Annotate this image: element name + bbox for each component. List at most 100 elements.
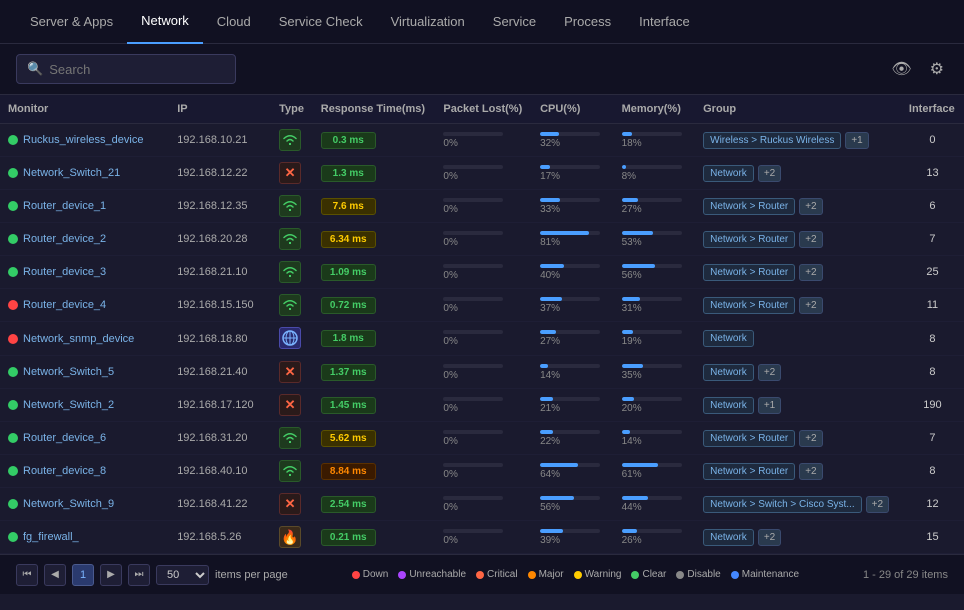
group-extra-badge[interactable]: +1 bbox=[845, 132, 868, 149]
table-row[interactable]: Network_snmp_device 192.168.18.80 1.8 ms… bbox=[0, 322, 964, 356]
search-input-wrap: 🔍 bbox=[16, 54, 236, 84]
packet-lost-value: 0% bbox=[443, 171, 524, 182]
status-dot bbox=[8, 234, 18, 244]
group-cell: Network > Router+2 bbox=[695, 422, 901, 455]
status-dot bbox=[8, 300, 18, 310]
group-badge[interactable]: Network bbox=[703, 529, 754, 546]
search-input[interactable] bbox=[49, 62, 225, 77]
packet-lost-cell: 0% bbox=[435, 256, 532, 289]
group-extra-badge[interactable]: +2 bbox=[799, 430, 822, 447]
nav-process[interactable]: Process bbox=[550, 0, 625, 44]
packet-lost-value: 0% bbox=[443, 336, 524, 347]
group-badge[interactable]: Network > Switch > Cisco Syst... bbox=[703, 496, 862, 513]
cpu-cell: 40% bbox=[532, 256, 614, 289]
monitor-name[interactable]: Network_Switch_2 bbox=[23, 399, 114, 411]
memory-cell: 31% bbox=[614, 289, 696, 322]
visibility-button[interactable]: 👁 bbox=[887, 55, 915, 83]
table-row[interactable]: Router_device_1 192.168.12.35 7.6 ms 0% … bbox=[0, 190, 964, 223]
monitor-name[interactable]: Network_Switch_9 bbox=[23, 498, 114, 510]
table-row[interactable]: Router_device_6 192.168.31.20 5.62 ms 0%… bbox=[0, 422, 964, 455]
group-extra-badge[interactable]: +1 bbox=[758, 397, 781, 414]
cpu-value: 81% bbox=[540, 237, 606, 248]
group-badge[interactable]: Network > Router bbox=[703, 430, 795, 447]
group-badge[interactable]: Network bbox=[703, 330, 754, 347]
group-extra-badge[interactable]: +2 bbox=[799, 198, 822, 215]
response-time-cell: 2.54 ms bbox=[313, 488, 436, 521]
cpu-value: 22% bbox=[540, 436, 606, 447]
table-row[interactable]: Network_Switch_2 192.168.17.120 ✕ 1.45 m… bbox=[0, 389, 964, 422]
nav-service-check[interactable]: Service Check bbox=[265, 0, 377, 44]
prev-page-button[interactable]: ◀ bbox=[44, 564, 66, 586]
table-row[interactable]: Network_Switch_21 192.168.12.22 ✕ 1.3 ms… bbox=[0, 157, 964, 190]
legend-label: Major bbox=[539, 569, 564, 580]
nav-interface[interactable]: Interface bbox=[625, 0, 704, 44]
response-badge: 1.09 ms bbox=[321, 264, 376, 281]
monitor-name[interactable]: Router_device_4 bbox=[23, 299, 106, 311]
legend-item: Disable bbox=[676, 569, 720, 580]
filter-button[interactable]: ⚙ bbox=[926, 55, 948, 83]
group-extra-badge[interactable]: +2 bbox=[799, 264, 822, 281]
type-cell: 🔥 bbox=[271, 521, 313, 554]
nav-service[interactable]: Service bbox=[479, 0, 550, 44]
table-row[interactable]: Router_device_2 192.168.20.28 6.34 ms 0%… bbox=[0, 223, 964, 256]
monitor-name[interactable]: Network_Switch_5 bbox=[23, 366, 114, 378]
monitor-name[interactable]: Router_device_3 bbox=[23, 266, 106, 278]
ip-cell: 192.168.18.80 bbox=[169, 322, 271, 356]
per-page-select[interactable]: 50 100 200 bbox=[156, 565, 209, 585]
group-cell: Network > Router+2 bbox=[695, 190, 901, 223]
legend-item: Clear bbox=[631, 569, 666, 580]
group-badge[interactable]: Network bbox=[703, 397, 754, 414]
group-badge[interactable]: Wireless > Ruckus Wireless bbox=[703, 132, 841, 149]
nav-virtualization[interactable]: Virtualization bbox=[377, 0, 479, 44]
memory-value: 18% bbox=[622, 138, 688, 149]
legend-label: Unreachable bbox=[409, 569, 466, 580]
memory-cell: 56% bbox=[614, 256, 696, 289]
nav-cloud[interactable]: Cloud bbox=[203, 0, 265, 44]
group-extra-badge[interactable]: +2 bbox=[799, 231, 822, 248]
monitor-cell: Network_Switch_9 bbox=[0, 488, 169, 521]
group-extra-badge[interactable]: +2 bbox=[866, 496, 889, 513]
group-badge[interactable]: Network bbox=[703, 165, 754, 182]
nav-server-apps[interactable]: Server & Apps bbox=[16, 0, 127, 44]
packet-lost-cell: 0% bbox=[435, 322, 532, 356]
monitor-name[interactable]: Router_device_1 bbox=[23, 200, 106, 212]
next-page-button[interactable]: ▶ bbox=[100, 564, 122, 586]
monitor-name[interactable]: Router_device_2 bbox=[23, 233, 106, 245]
monitor-name[interactable]: fg_firewall_ bbox=[23, 531, 79, 543]
table-row[interactable]: Router_device_8 192.168.40.10 8.84 ms 0%… bbox=[0, 455, 964, 488]
table-row[interactable]: Router_device_3 192.168.21.10 1.09 ms 0%… bbox=[0, 256, 964, 289]
table-row[interactable]: Ruckus_wireless_device 192.168.10.21 0.3… bbox=[0, 124, 964, 157]
group-cell: Network bbox=[695, 322, 901, 356]
monitor-name[interactable]: Router_device_8 bbox=[23, 465, 106, 477]
nav-network[interactable]: Network bbox=[127, 0, 203, 44]
group-badge[interactable]: Network > Router bbox=[703, 198, 795, 215]
pagination-controls: ⏮ ◀ 1 ▶ ⏭ 50 100 200 items per page bbox=[16, 564, 288, 586]
table-row[interactable]: Router_device_4 192.168.15.150 0.72 ms 0… bbox=[0, 289, 964, 322]
cpu-value: 17% bbox=[540, 171, 606, 182]
table-row[interactable]: Network_Switch_5 192.168.21.40 ✕ 1.37 ms… bbox=[0, 356, 964, 389]
table-row[interactable]: fg_firewall_ 192.168.5.26 🔥 0.21 ms 0% 3… bbox=[0, 521, 964, 554]
table-row[interactable]: Network_Switch_9 192.168.41.22 ✕ 2.54 ms… bbox=[0, 488, 964, 521]
group-extra-badge[interactable]: +2 bbox=[758, 364, 781, 381]
status-legend: Down Unreachable Critical Major Warning … bbox=[352, 569, 799, 580]
group-badge[interactable]: Network > Router bbox=[703, 231, 795, 248]
first-page-button[interactable]: ⏮ bbox=[16, 564, 38, 586]
group-badge[interactable]: Network > Router bbox=[703, 264, 795, 281]
cpu-value: 37% bbox=[540, 303, 606, 314]
type-wifi-icon bbox=[279, 261, 301, 283]
monitor-name[interactable]: Network_Switch_21 bbox=[23, 167, 120, 179]
group-extra-badge[interactable]: +2 bbox=[799, 297, 822, 314]
monitor-name[interactable]: Ruckus_wireless_device bbox=[23, 134, 143, 146]
last-page-button[interactable]: ⏭ bbox=[128, 564, 150, 586]
group-extra-badge[interactable]: +2 bbox=[758, 529, 781, 546]
memory-cell: 35% bbox=[614, 356, 696, 389]
monitor-name[interactable]: Router_device_6 bbox=[23, 432, 106, 444]
group-badge[interactable]: Network > Router bbox=[703, 297, 795, 314]
monitor-name[interactable]: Network_snmp_device bbox=[23, 333, 134, 345]
group-badge[interactable]: Network > Router bbox=[703, 463, 795, 480]
status-dot bbox=[8, 201, 18, 211]
group-extra-badge[interactable]: +2 bbox=[758, 165, 781, 182]
monitor-table-container: Monitor IP Type Response Time(ms) Packet… bbox=[0, 95, 964, 554]
group-extra-badge[interactable]: +2 bbox=[799, 463, 822, 480]
group-badge[interactable]: Network bbox=[703, 364, 754, 381]
